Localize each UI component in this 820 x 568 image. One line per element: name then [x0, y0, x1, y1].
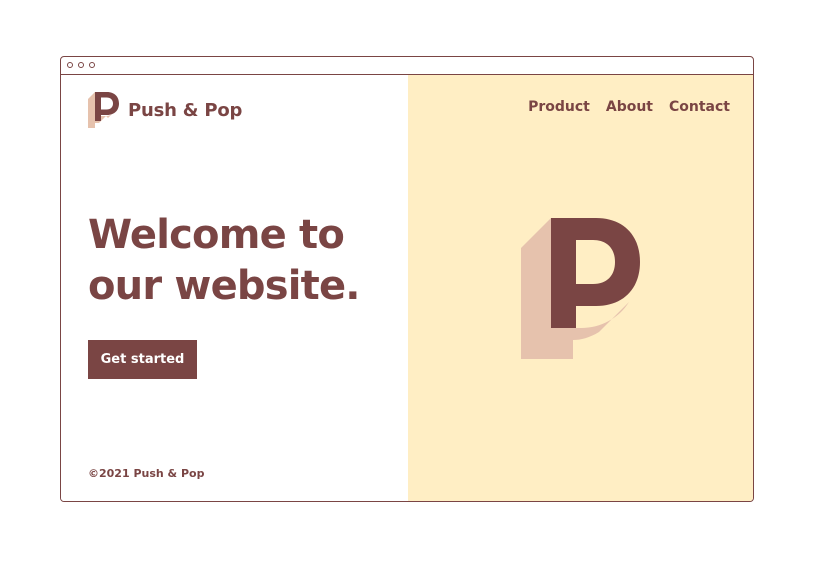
browser-window: Push & Pop Welcome to our website. Get s… [60, 56, 754, 502]
window-control-dot[interactable] [89, 62, 95, 68]
brand-name: Push & Pop [128, 99, 243, 121]
left-panel: Push & Pop Welcome to our website. Get s… [61, 75, 408, 501]
page-title: Welcome to our website. [88, 210, 361, 312]
top-nav: Product About Contact [528, 99, 730, 115]
right-panel: Product About Contact [408, 75, 753, 501]
window-control-dot[interactable] [78, 62, 84, 68]
window-titlebar [61, 57, 753, 75]
p-letter-logo-icon [88, 92, 119, 128]
nav-link-product[interactable]: Product [528, 99, 590, 115]
copyright-text: ©2021 Push & Pop [88, 467, 205, 480]
p-letter-illustration-icon [521, 218, 640, 359]
nav-link-about[interactable]: About [606, 99, 653, 115]
headline-line: our website. [88, 263, 361, 309]
window-control-dot[interactable] [67, 62, 73, 68]
brand-logo[interactable]: Push & Pop [88, 92, 242, 128]
get-started-button[interactable]: Get started [88, 340, 197, 379]
nav-link-contact[interactable]: Contact [669, 99, 730, 115]
headline-line: Welcome to [88, 212, 345, 258]
page-content: Push & Pop Welcome to our website. Get s… [61, 75, 753, 501]
